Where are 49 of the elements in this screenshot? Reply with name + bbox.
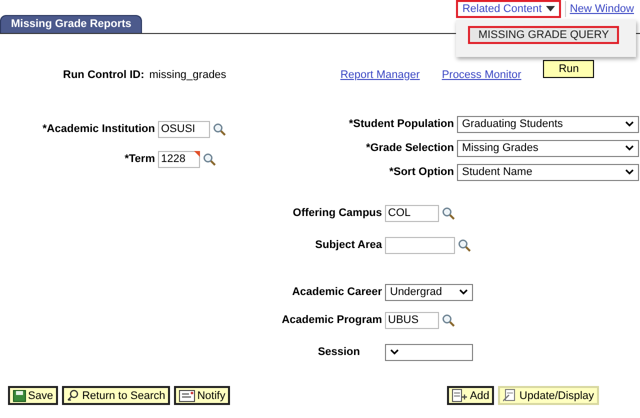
dropdown[interactable]: Missing Grades: [457, 140, 639, 156]
run-control-label: Run Control ID:: [63, 69, 144, 81]
search-icon[interactable]: [213, 122, 226, 136]
related-content-menu[interactable]: Related Content: [456, 0, 561, 18]
field-label: Subject Area: [314, 239, 382, 251]
notify-button[interactable]: Notify: [174, 386, 230, 405]
page-tab[interactable]: Missing Grade Reports: [0, 15, 142, 33]
field-label: *Academic Institution: [42, 123, 155, 135]
field-label: *Grade Selection: [364, 142, 454, 154]
field-label: Offering Campus: [292, 207, 382, 219]
input-field[interactable]: 1228: [158, 150, 200, 168]
note-icon: [179, 390, 196, 402]
chevron-icon: [390, 349, 399, 355]
run-control-value: missing_grades: [149, 69, 226, 81]
field-label: Academic Program: [280, 314, 382, 326]
dropdown[interactable]: Student Name: [457, 164, 639, 180]
dropdown[interactable]: Graduating Students: [457, 116, 639, 132]
report-manager-link[interactable]: Report Manager: [340, 69, 420, 81]
chevron-icon: [459, 289, 468, 295]
add-button[interactable]: Add: [446, 386, 494, 405]
search-icon[interactable]: [442, 314, 455, 326]
process-monitor-link[interactable]: Process Monitor: [442, 69, 522, 81]
new-window-link[interactable]: New Window: [570, 3, 634, 15]
document-icon: [503, 389, 518, 402]
search-icon[interactable]: [458, 238, 471, 252]
field-label: Academic Career: [291, 286, 382, 298]
chevron-icon: [625, 169, 634, 175]
search-icon: [67, 389, 80, 402]
chevron-icon: [625, 121, 634, 127]
field-label: Session: [316, 346, 360, 358]
dropdown[interactable]: Undergrad: [385, 284, 473, 300]
run-button[interactable]: Run: [543, 60, 594, 78]
search-icon[interactable]: [442, 206, 455, 220]
input-field[interactable]: OSUSI: [158, 120, 210, 138]
update-button[interactable]: Update/Display: [498, 386, 599, 405]
save-button[interactable]: Save: [8, 386, 58, 405]
caret-icon: [546, 6, 555, 12]
input-field[interactable]: COL: [385, 204, 439, 222]
menu-item[interactable]: MISSING GRADE QUERY: [468, 26, 619, 44]
chevron-icon: [625, 145, 634, 151]
document-plus-icon: [452, 389, 468, 402]
input-field[interactable]: UBUS: [385, 312, 439, 328]
dropdown[interactable]: [385, 344, 473, 360]
field-label: *Term: [124, 153, 155, 165]
field-label: *Student Population: [348, 118, 454, 130]
field-label: *Sort Option: [388, 166, 454, 178]
search-icon[interactable]: [203, 152, 216, 166]
input-field[interactable]: [385, 236, 455, 254]
search-button[interactable]: Return to Search: [62, 386, 170, 405]
